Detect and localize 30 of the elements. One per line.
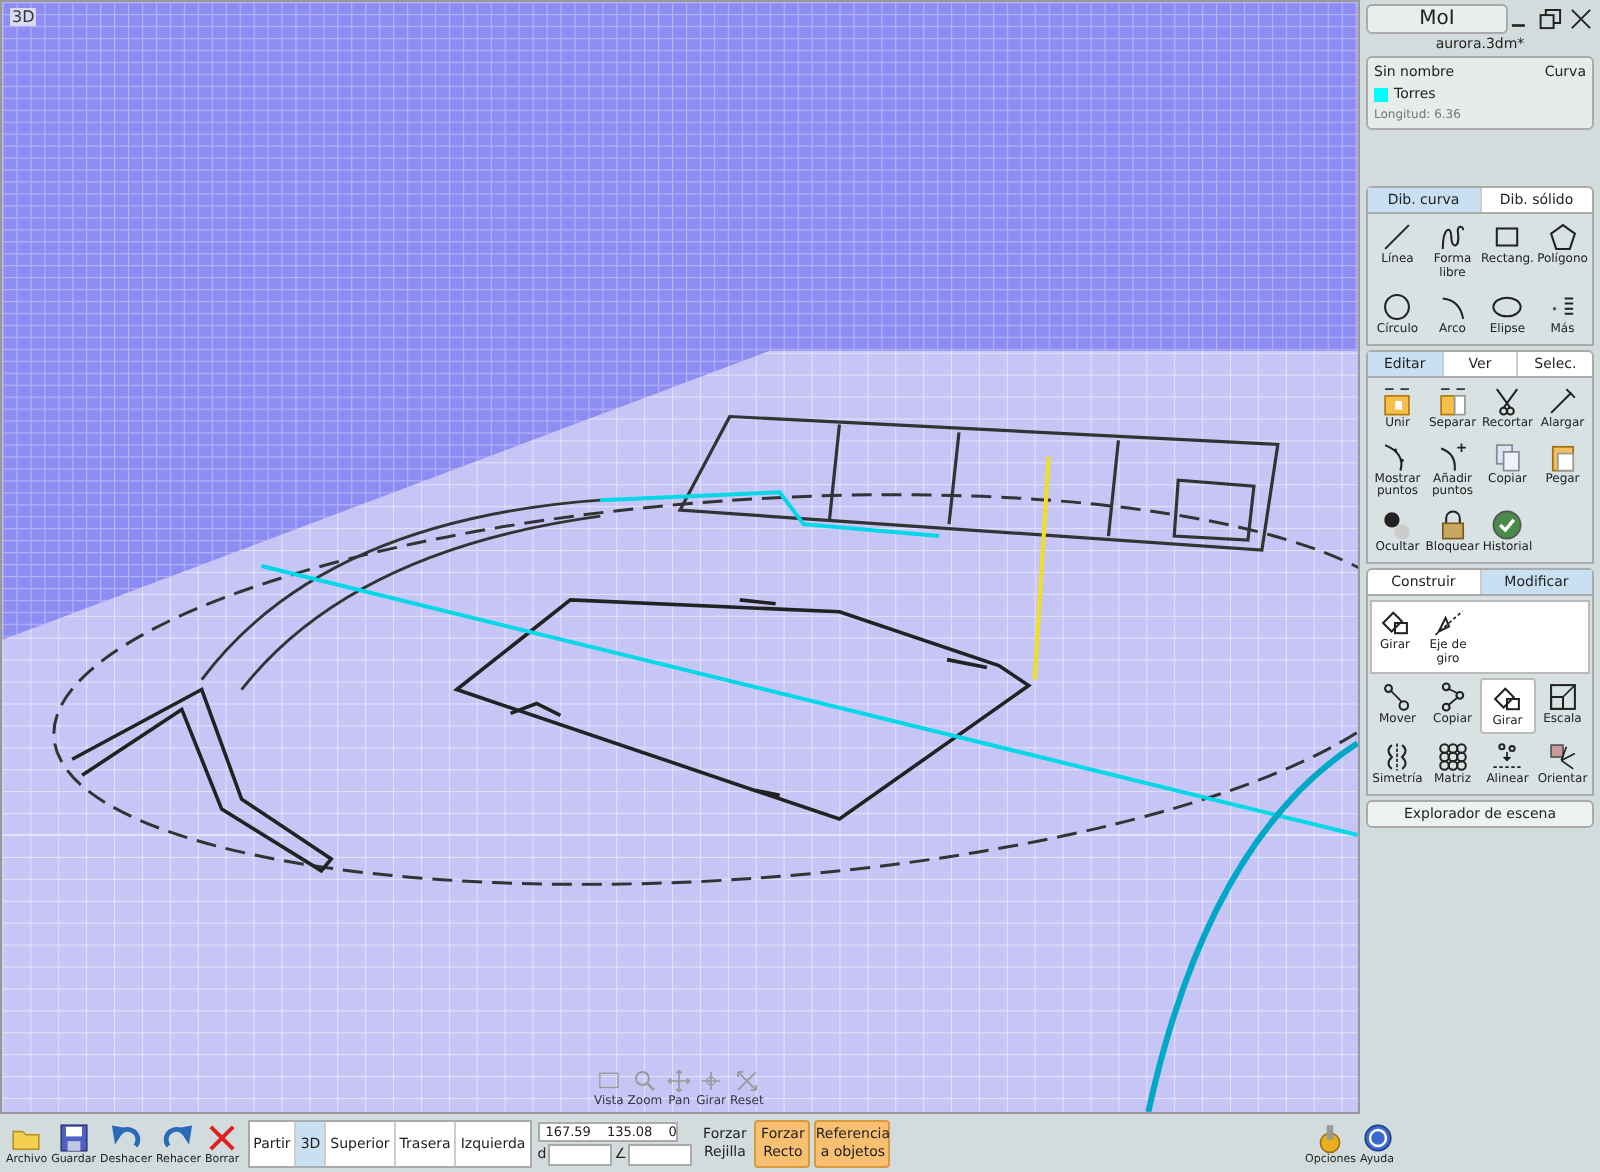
cross-arrows-icon — [666, 1068, 693, 1094]
extend-icon — [1545, 383, 1580, 418]
rotate-axis-icon — [1431, 606, 1465, 641]
app-title: MoI — [1366, 4, 1508, 34]
line-icon — [1380, 220, 1415, 254]
orient-icon — [1545, 739, 1580, 774]
curve-plus-icon — [1435, 439, 1470, 474]
close-icon[interactable] — [1568, 6, 1594, 32]
spheres-icon — [1380, 508, 1415, 543]
window-icon — [595, 1068, 622, 1094]
viewport-label[interactable]: 3D — [10, 8, 37, 26]
pentagon-icon — [1545, 220, 1580, 254]
align-icon — [1490, 739, 1525, 774]
viewport-scene-drawing[interactable] — [2, 2, 1358, 1112]
move-icon — [1380, 680, 1415, 715]
distance-input[interactable] — [548, 1143, 613, 1165]
separate-icon — [1435, 383, 1470, 418]
scale-icon — [1545, 680, 1580, 715]
angle-input[interactable] — [628, 1143, 693, 1165]
documents-icon — [1490, 439, 1525, 474]
layer-color-swatch[interactable] — [1374, 87, 1388, 101]
circle-icon — [1380, 289, 1415, 324]
help-icon — [1361, 1121, 1393, 1153]
circle-grid-icon — [1435, 739, 1470, 774]
magnifier-icon — [631, 1068, 658, 1094]
restore-icon[interactable] — [1538, 6, 1564, 32]
join-icon — [1380, 383, 1415, 418]
expand-arrows-icon — [733, 1068, 760, 1094]
cross-icon — [206, 1121, 239, 1153]
history-icon — [1490, 508, 1525, 543]
